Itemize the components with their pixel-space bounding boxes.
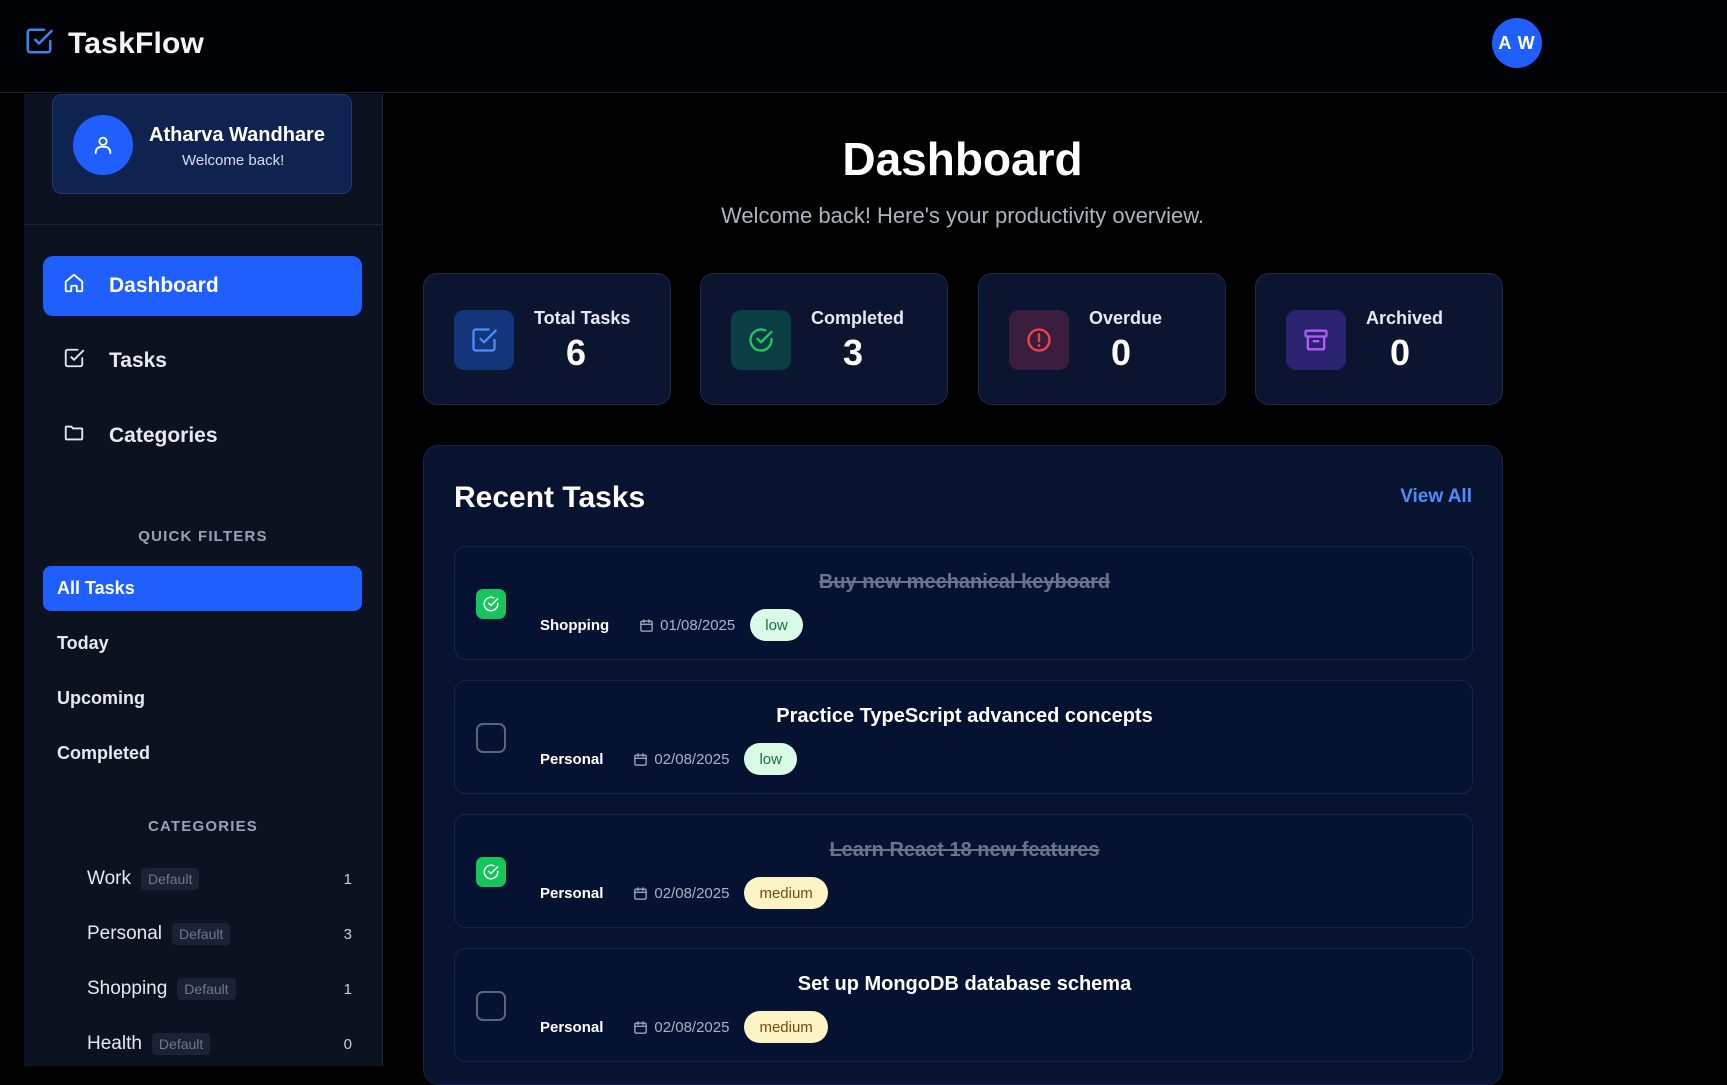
category-tag: Default	[172, 923, 231, 945]
task-item[interactable]: Learn React 18 new features Personal 02/…	[454, 814, 1473, 928]
task-date: 02/08/2025	[633, 1019, 729, 1036]
task-title: Learn React 18 new features	[829, 839, 1100, 861]
category-name: Personal	[87, 923, 162, 944]
user-avatar-button[interactable]: A W	[1492, 18, 1542, 68]
task-meta: Personal 02/08/2025 medium	[540, 877, 828, 909]
task-title: Practice TypeScript advanced concepts	[776, 705, 1153, 727]
profile-subtitle: Welcome back!	[182, 152, 285, 169]
category-count: 0	[343, 1035, 352, 1053]
task-item[interactable]: Buy new mechanical keyboard Shopping 01/…	[454, 546, 1473, 660]
user-icon	[73, 115, 133, 175]
calendar-icon	[640, 618, 653, 632]
page-subtitle: Welcome back! Here's your productivity o…	[720, 203, 1205, 228]
brand[interactable]: TaskFlow	[24, 26, 204, 61]
stat-label: Completed	[811, 308, 905, 328]
task-item[interactable]: Practice TypeScript advanced concepts Pe…	[454, 680, 1473, 794]
category-count: 1	[343, 980, 352, 998]
priority-badge: low	[744, 743, 797, 775]
task-date-value: 02/08/2025	[654, 1018, 730, 1036]
check-circle-icon	[483, 864, 499, 880]
category-item[interactable]: Shopping Default 1	[87, 974, 352, 1004]
sidebar: Atharva Wandhare Welcome back! Dashboard…	[24, 94, 383, 1066]
nav-label: Dashboard	[109, 274, 219, 297]
home-icon	[63, 272, 85, 300]
category-count: 3	[343, 925, 352, 943]
alert-circle-icon	[1009, 310, 1069, 370]
stat-card-completed: Completed 3	[700, 273, 948, 405]
priority-badge: low	[750, 609, 803, 641]
priority-badge: medium	[744, 877, 828, 909]
view-all-link[interactable]: View All	[1400, 486, 1472, 508]
task-meta: Personal 02/08/2025 medium	[540, 1011, 828, 1043]
stat-label: Overdue	[1089, 308, 1163, 328]
task-date-value: 02/08/2025	[654, 750, 730, 768]
category-count: 1	[343, 870, 352, 888]
check-circle-icon	[731, 310, 791, 370]
task-date-value: 01/08/2025	[660, 616, 736, 634]
stat-card-total: Total Tasks 6	[423, 273, 671, 405]
task-date: 01/08/2025	[639, 617, 735, 634]
app-title: TaskFlow	[68, 26, 205, 60]
category-item[interactable]: Personal Default 3	[87, 919, 352, 949]
task-meta: Personal 02/08/2025 low	[540, 743, 797, 775]
nav-tasks[interactable]: Tasks	[43, 331, 362, 391]
stat-card-archived: Archived 0	[1255, 273, 1503, 405]
task-date: 02/08/2025	[633, 751, 729, 768]
filter-today[interactable]: Today	[43, 621, 362, 666]
nav-dashboard[interactable]: Dashboard	[43, 256, 362, 316]
nav-label: Tasks	[109, 349, 167, 372]
page-title: Dashboard	[842, 133, 1083, 185]
category-tag: Default	[177, 978, 236, 1000]
task-category: Personal	[540, 1018, 604, 1036]
category-tag: Default	[140, 868, 200, 890]
task-meta: Shopping 01/08/2025 low	[540, 609, 803, 641]
categories-heading: CATEGORIES	[147, 818, 259, 835]
check-circle-icon	[483, 596, 499, 612]
task-title: Set up MongoDB database schema	[797, 973, 1132, 995]
folder-icon	[63, 422, 85, 450]
calendar-icon	[634, 752, 648, 766]
stat-label: Archived	[1366, 308, 1444, 328]
calendar-icon	[634, 1020, 648, 1034]
task-category: Personal	[540, 750, 604, 768]
filter-completed[interactable]: Completed	[43, 731, 362, 776]
nav-label: Categories	[109, 424, 218, 447]
nav-categories[interactable]: Categories	[43, 406, 362, 466]
task-date-value: 02/08/2025	[654, 884, 730, 902]
task-item[interactable]: Set up MongoDB database schema Personal …	[454, 948, 1473, 1062]
quick-filters-heading: QUICK FILTERS	[138, 528, 268, 545]
calendar-icon	[634, 886, 648, 900]
task-date: 02/08/2025	[633, 885, 729, 902]
category-item[interactable]: Work Default 1	[87, 864, 352, 894]
profile-card: Atharva Wandhare Welcome back!	[52, 94, 352, 194]
category-item[interactable]: Health Default 0	[87, 1029, 352, 1059]
top-bar: TaskFlow A W	[0, 0, 1727, 93]
checkbox-icon	[454, 310, 514, 370]
category-name: Shopping	[87, 978, 168, 999]
stat-value: 0	[1390, 332, 1411, 373]
task-category: Shopping	[540, 616, 610, 634]
filter-all-tasks[interactable]: All Tasks	[43, 566, 362, 611]
profile-name: Atharva Wandhare	[149, 124, 325, 146]
archive-icon	[1286, 310, 1346, 370]
priority-badge: medium	[744, 1011, 828, 1043]
recent-tasks-title: Recent Tasks	[454, 481, 646, 514]
filter-upcoming[interactable]: Upcoming	[43, 676, 362, 721]
recent-tasks-panel: Recent Tasks View All Buy new mechanical…	[423, 445, 1503, 1085]
category-name: Health	[87, 1033, 142, 1054]
stat-label: Total Tasks	[534, 308, 631, 328]
task-category: Personal	[540, 884, 604, 902]
stat-card-overdue: Overdue 0	[978, 273, 1226, 405]
checkbox-icon	[24, 26, 54, 61]
category-name: Work	[87, 868, 131, 889]
task-title: Buy new mechanical keyboard	[818, 571, 1111, 593]
checkbox-icon	[63, 347, 85, 375]
category-tag: Default	[151, 1033, 211, 1055]
divider	[24, 224, 382, 225]
